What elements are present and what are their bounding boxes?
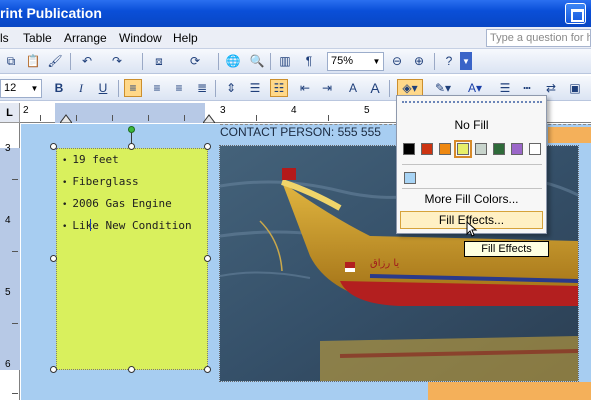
menu-window[interactable]: Window	[119, 31, 162, 45]
underline-icon[interactable]: U	[94, 79, 112, 97]
window-title: rint Publication	[0, 5, 102, 21]
color-swatch[interactable]	[454, 140, 472, 158]
color-swatch[interactable]	[403, 143, 415, 155]
justify-icon[interactable]: ≣	[193, 79, 211, 97]
rotate-icon[interactable]: ⟳	[186, 52, 204, 70]
tooltip: Fill Effects	[464, 241, 549, 257]
menu-gripper[interactable]	[402, 101, 542, 104]
resize-handle[interactable]	[204, 143, 211, 150]
resize-handle[interactable]	[204, 255, 211, 262]
font-size-value: 12	[4, 82, 17, 94]
zoom-value: 75%	[331, 55, 354, 67]
font-size-combo[interactable]: 12 ▼	[0, 79, 42, 98]
bullets-icon[interactable]: ☷	[270, 79, 288, 97]
pilcrow-icon[interactable]: ¶	[300, 52, 318, 70]
color-swatch[interactable]	[511, 143, 523, 155]
paste-icon[interactable]: 📋	[24, 52, 42, 70]
color-swatch[interactable]	[493, 143, 505, 155]
more-fill-colors-item[interactable]: More Fill Colors...	[397, 192, 546, 206]
menu-tools[interactable]: ls	[0, 31, 9, 45]
italic-icon[interactable]: I	[72, 79, 90, 97]
v-ruler-num: 4	[5, 215, 11, 226]
right-indent-marker-icon[interactable]	[203, 113, 215, 123]
color-swatch[interactable]	[439, 143, 451, 155]
resize-handle[interactable]	[128, 366, 135, 373]
color-swatch[interactable]	[421, 143, 433, 155]
chevron-down-icon: ▼	[30, 84, 39, 93]
chevron-down-icon: ▼	[372, 57, 381, 66]
list-item[interactable]: 19 feet	[62, 153, 192, 175]
color-swatch[interactable]	[529, 143, 541, 155]
align-left-icon[interactable]: ≡	[124, 79, 142, 97]
selected-text-box[interactable]: 19 feet Fiberglass 2006 Gas Engine Like …	[56, 148, 208, 370]
bring-to-front-icon[interactable]: ⧈	[150, 52, 168, 70]
v-ruler-num: 3	[5, 143, 11, 154]
h-ruler-num: 4	[291, 105, 297, 116]
bullet-text: 19 feet	[72, 153, 119, 166]
mouse-pointer-icon	[466, 221, 478, 237]
rotate-handle[interactable]	[128, 126, 135, 133]
ruler-corner: L	[0, 103, 20, 123]
research-icon[interactable]: 🔍	[248, 52, 266, 70]
decrease-indent-icon[interactable]: ⇤	[296, 79, 314, 97]
undo-icon[interactable]: ↶	[78, 52, 96, 70]
decrease-font-icon[interactable]: A	[344, 79, 362, 97]
color-swatch[interactable]	[475, 143, 487, 155]
list-item[interactable]: Like New Condition	[62, 219, 191, 241]
restore-button[interactable]	[565, 3, 586, 24]
zoom-in-icon[interactable]: ⊕	[410, 52, 428, 70]
recent-color-swatch[interactable]	[404, 172, 416, 184]
toolbar-options-icon[interactable]: ▼	[460, 52, 472, 70]
resize-handle[interactable]	[50, 255, 57, 262]
list-item[interactable]: 2006 Gas Engine	[62, 197, 192, 219]
h-ruler-num: 5	[364, 105, 370, 116]
text-cursor	[90, 219, 91, 231]
menu-help[interactable]: Help	[173, 31, 198, 45]
increase-indent-icon[interactable]: ⇥	[318, 79, 336, 97]
hyperlink-icon[interactable]: 🌐	[224, 52, 242, 70]
indent-marker-icon[interactable]	[60, 113, 72, 123]
ask-question-input[interactable]: Type a question for h	[486, 29, 591, 47]
bullet-list: 19 feet Fiberglass 2006 Gas Engine Like …	[62, 153, 192, 241]
copy-icon[interactable]: ⧉	[2, 52, 20, 70]
resize-handle[interactable]	[204, 366, 211, 373]
list-item[interactable]: Fiberglass	[62, 175, 192, 197]
shadow-style-icon[interactable]: ▣	[566, 79, 584, 97]
line-spacing-icon[interactable]: ⇕	[222, 79, 240, 97]
columns-icon[interactable]: ▥	[276, 52, 294, 70]
resize-handle[interactable]	[128, 143, 135, 150]
resize-handle[interactable]	[50, 366, 57, 373]
menu-bar: ls Table Arrange Window Help Type a ques…	[0, 27, 591, 49]
zoom-combo[interactable]: 75% ▼	[327, 52, 384, 71]
standard-toolbar: ⧉ 📋 🖌 ↶ ↷ ⧈ ⟳ 🌐 🔍 ▥ ¶ 75% ▼ ⊖ ⊕ ? ▼	[0, 49, 591, 74]
v-ruler-num: 6	[5, 359, 11, 370]
bold-icon[interactable]: B	[50, 79, 68, 97]
align-right-icon[interactable]: ≡	[170, 79, 188, 97]
bullet-text: Fiberglass	[72, 175, 139, 188]
bullet-text: 2006 Gas Engine	[72, 197, 172, 210]
menu-arrange[interactable]: Arrange	[64, 31, 107, 45]
h-ruler-num: 3	[220, 105, 226, 116]
format-painter-icon[interactable]: 🖌	[46, 52, 64, 70]
v-ruler-num: 5	[5, 287, 11, 298]
orange-shape[interactable]	[428, 382, 591, 400]
svg-text:يا رزاق: يا رزاق	[370, 258, 399, 269]
vertical-ruler[interactable]: 3 4 5 6	[0, 123, 20, 400]
no-fill-item[interactable]: No Fill	[397, 118, 546, 132]
fill-color-menu: No Fill More Fill Colors... Fill Effects…	[396, 95, 547, 234]
h-ruler-num: 2	[23, 105, 29, 116]
redo-icon[interactable]: ↷	[108, 52, 126, 70]
resize-handle[interactable]	[50, 143, 57, 150]
align-center-icon[interactable]: ≡	[148, 79, 166, 97]
help-icon[interactable]: ?	[440, 52, 458, 70]
increase-font-icon[interactable]: A	[366, 79, 384, 97]
numbering-icon[interactable]: ☰	[246, 79, 264, 97]
menu-table[interactable]: Table	[23, 31, 52, 45]
title-bar: rint Publication	[0, 0, 591, 27]
zoom-out-icon[interactable]: ⊖	[388, 52, 406, 70]
